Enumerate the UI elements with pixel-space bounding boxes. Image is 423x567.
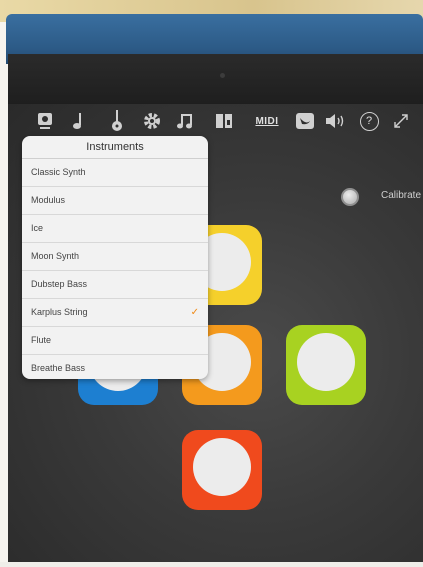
sound-file-icon[interactable] [213, 110, 235, 132]
calibrate-button[interactable] [341, 188, 359, 206]
help-icon[interactable]: ? [358, 110, 380, 132]
midi-icon[interactable]: MIDI [252, 110, 282, 132]
instrument-item-breathe-bass[interactable]: Breathe Bass [22, 355, 208, 379]
expand-icon[interactable] [390, 110, 412, 132]
instrument-label: Dubstep Bass [31, 279, 88, 289]
instrument-label: Modulus [31, 195, 66, 205]
instrument-label: Karplus String [31, 307, 88, 317]
midi-label: MIDI [255, 115, 279, 127]
instrument-item-modulus[interactable]: Modulus [22, 187, 208, 215]
bottom-strip [0, 562, 423, 567]
instrument-item-karplus-string[interactable]: Karplus String ✓ [22, 299, 208, 327]
instrument-item-dubstep-bass[interactable]: Dubstep Bass [22, 271, 208, 299]
instruments-dropdown: Instruments Classic Synth Modulus Ice Mo… [22, 136, 208, 379]
calibrate-label: Calibrate [381, 190, 422, 201]
instrument-item-ice[interactable]: Ice [22, 215, 208, 243]
instrument-item-moon-synth[interactable]: Moon Synth [22, 243, 208, 271]
dropdown-title: Instruments [22, 136, 208, 159]
speaker-icon[interactable] [324, 110, 348, 132]
double-note-icon[interactable] [174, 110, 196, 132]
pad-red[interactable] [182, 430, 262, 510]
instrument-label: Ice [31, 223, 44, 233]
swift-icon[interactable] [294, 110, 316, 132]
top-toolbar: MIDI ? [8, 104, 423, 138]
note-icon[interactable] [68, 110, 88, 132]
pad-knob [297, 333, 355, 391]
instrument-item-classic-synth[interactable]: Classic Synth [22, 159, 208, 187]
guitar-icon[interactable] [107, 110, 127, 132]
scene-icon[interactable] [34, 110, 56, 132]
instrument-label: Breathe Bass [31, 363, 86, 373]
help-label: ? [359, 111, 379, 131]
camera-dot [220, 73, 225, 78]
instrument-list: Classic Synth Modulus Ice Moon Synth Dub… [22, 159, 208, 379]
pad-knob [193, 438, 251, 496]
instrument-item-flute[interactable]: Flute [22, 327, 208, 355]
instrument-label: Moon Synth [31, 251, 80, 261]
instrument-label: Flute [31, 335, 52, 345]
instrument-label: Classic Synth [31, 167, 86, 177]
pad-green[interactable] [286, 325, 366, 405]
gear-icon[interactable] [141, 110, 163, 132]
checkmark-icon: ✓ [190, 307, 199, 318]
